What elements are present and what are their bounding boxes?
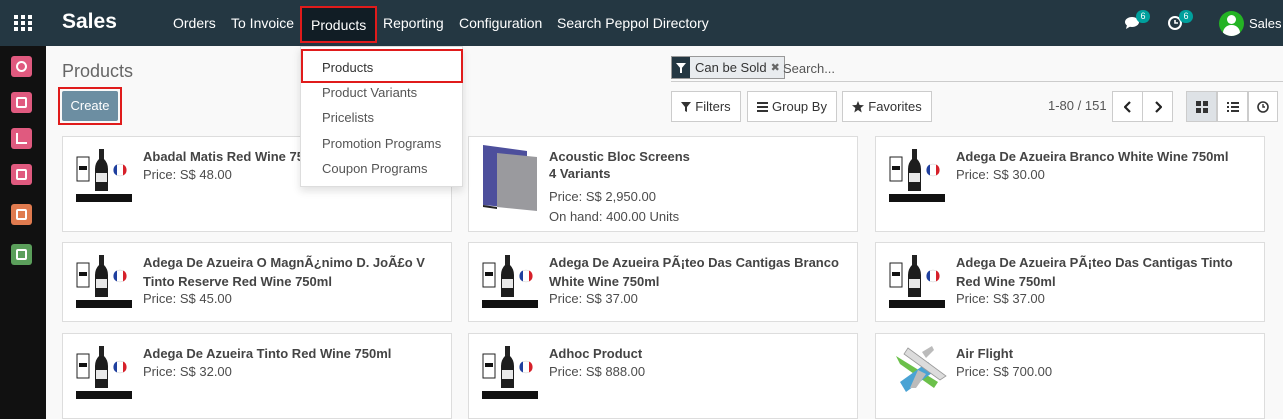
product-price: Price: S$ 37.00 [956, 291, 1045, 306]
inventory-icon[interactable] [11, 164, 32, 185]
filter-icon [681, 101, 692, 112]
product-name: Adhoc Product [549, 346, 643, 361]
product-variants: 4 Variants [549, 166, 611, 181]
pager-next-button[interactable] [1142, 91, 1173, 122]
pager-value[interactable]: 1-80 / 151 [1048, 98, 1107, 113]
activities-count-badge: 6 [1179, 10, 1193, 23]
app-title[interactable]: Sales [62, 10, 117, 34]
star-icon [852, 100, 865, 112]
product-card[interactable]: Adega De Azueira PÃ¡teo Das Cantigas Bra… [468, 242, 858, 322]
list-icon [1226, 101, 1239, 112]
discuss-icon[interactable] [11, 56, 32, 77]
list-icon [757, 101, 769, 112]
search-facet[interactable]: Can be Sold ✖ [671, 56, 785, 79]
search-bar: Can be Sold ✖ [671, 56, 1283, 82]
filters-label: Filters [695, 99, 731, 114]
product-card[interactable]: Acoustic Bloc Screens 4 Variants Price: S$… [468, 136, 858, 232]
menu-search-peppol-directory[interactable]: Search Peppol Directory [557, 15, 709, 31]
product-price: Price: S$ 30.00 [956, 167, 1045, 182]
page-title: Products [62, 61, 134, 81]
user-menu-label[interactable]: Sales [1249, 16, 1282, 31]
wine-bottle-icon [75, 344, 133, 402]
airplane-icon [888, 342, 947, 400]
messages-count-badge: 6 [1136, 10, 1150, 23]
product-name: Adega De Azueira Tinto Red Wine 750ml [143, 346, 392, 361]
activity-view-button[interactable] [1248, 91, 1278, 122]
chevron-left-icon [1123, 100, 1131, 113]
facet-remove-icon[interactable]: ✖ [771, 57, 784, 78]
app-rail [0, 46, 46, 419]
user-avatar[interactable] [1219, 11, 1244, 36]
wine-bottle-icon [75, 253, 133, 311]
chevron-right-icon [1154, 100, 1162, 113]
search-input[interactable] [783, 58, 1263, 78]
product-card[interactable]: Air Flight Price: S$ 700.00 [875, 333, 1265, 419]
wine-bottle-icon [75, 147, 133, 205]
invoicing-icon[interactable] [11, 204, 32, 225]
wine-bottle-icon [888, 147, 946, 205]
wine-bottle-icon [481, 253, 539, 311]
group-by-label: Group By [772, 99, 827, 114]
product-card[interactable]: Adhoc Product Price: S$ 888.00 [468, 333, 858, 419]
product-name: Adega De Azueira PÃ¡teo Das Cantigas Bra… [549, 255, 839, 289]
filter-icon [672, 57, 690, 78]
product-card[interactable]: Adega De Azueira Branco White Wine 750ml… [875, 136, 1265, 232]
activities-button[interactable]: 6 [1167, 10, 1193, 36]
product-price: Price: S$ 888.00 [549, 364, 646, 379]
menu-products[interactable]: Products [300, 6, 378, 43]
product-card[interactable]: Adega De Azueira Tinto Red Wine 750ml Pri… [62, 333, 452, 419]
product-price: Price: S$ 45.00 [143, 291, 232, 306]
product-price: Price: S$ 37.00 [549, 291, 638, 306]
menu-configuration[interactable]: Configuration [459, 15, 542, 31]
favorites-button[interactable]: Favorites [842, 91, 932, 122]
dropdown-item-promotion-programs[interactable]: Promotion Programs [322, 136, 441, 151]
product-price: Price: S$ 700.00 [956, 364, 1053, 379]
product-card[interactable]: Adega De Azueira O MagnÃ¿nimo D. JoÃ£o V… [62, 242, 452, 322]
apps-menu-icon[interactable] [14, 15, 32, 32]
product-name: Adega De Azueira PÃ¡teo Das Cantigas Tin… [956, 255, 1233, 289]
product-name: Acoustic Bloc Screens [549, 149, 690, 164]
contacts-icon[interactable] [11, 92, 32, 113]
menu-to-invoice[interactable]: To Invoice [231, 15, 294, 31]
acoustic-screen-icon [481, 143, 539, 211]
products-dropdown-menu: Products Product Variants Pricelists Pro… [300, 46, 463, 187]
kanban-icon [1195, 100, 1208, 113]
facet-value: Can be Sold [695, 60, 767, 75]
product-name: Air Flight [956, 346, 1014, 361]
product-price: Price: S$ 48.00 [143, 167, 232, 182]
clock-icon [1257, 100, 1269, 113]
pager-previous-button[interactable] [1112, 91, 1143, 122]
menu-orders[interactable]: Orders [173, 15, 216, 31]
dropdown-item-products[interactable]: Products [301, 49, 463, 83]
kanban-view-button[interactable] [1186, 91, 1217, 122]
product-card[interactable]: Adega De Azueira PÃ¡teo Das Cantigas Tin… [875, 242, 1265, 322]
filters-button[interactable]: Filters [671, 91, 741, 122]
product-price: Price: S$ 32.00 [143, 364, 232, 379]
wine-bottle-icon [888, 253, 946, 311]
product-on-hand: On hand: 400.00 Units [549, 209, 680, 224]
menu-reporting[interactable]: Reporting [383, 15, 444, 31]
dropdown-item-coupon-programs[interactable]: Coupon Programs [322, 161, 428, 176]
wine-bottle-icon [481, 344, 539, 402]
list-view-button[interactable] [1217, 91, 1248, 122]
group-by-button[interactable]: Group By [747, 91, 837, 122]
messages-button[interactable]: 6 [1124, 10, 1150, 35]
product-name: Adega De Azueira Branco White Wine 750ml [956, 149, 1229, 164]
top-navbar: Sales Orders To Invoice Products Reporti… [0, 0, 1283, 46]
product-name: Adega De Azueira O MagnÃ¿nimo D. JoÃ£o V… [143, 255, 425, 289]
product-price: Price: S$ 2,950.00 [549, 189, 656, 204]
create-button-label: Create [62, 91, 118, 121]
dropdown-item-product-variants[interactable]: Product Variants [322, 85, 417, 100]
sales-icon[interactable] [11, 128, 32, 149]
documents-icon[interactable] [11, 244, 32, 265]
favorites-label: Favorites [868, 99, 922, 114]
create-button[interactable]: Create [58, 87, 122, 125]
dropdown-item-pricelists[interactable]: Pricelists [322, 110, 374, 125]
